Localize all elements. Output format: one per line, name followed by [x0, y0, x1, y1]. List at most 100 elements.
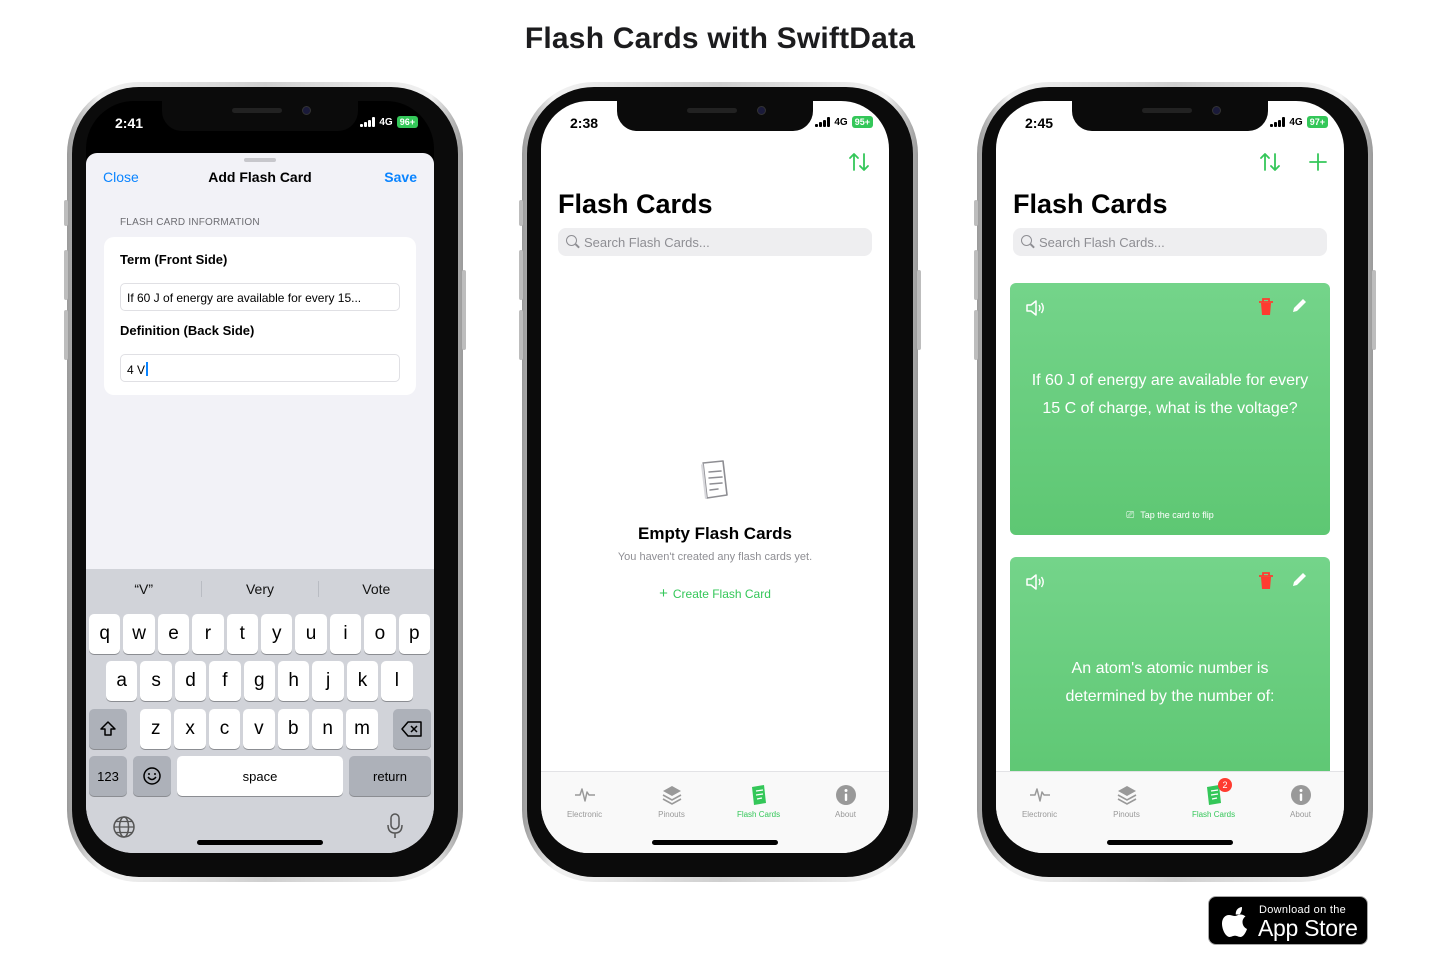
key-h[interactable]: h: [278, 661, 310, 701]
emoji-key[interactable]: [133, 756, 171, 796]
key-z[interactable]: z: [140, 709, 172, 749]
key-a[interactable]: a: [106, 661, 138, 701]
cards-icon: 2: [1170, 778, 1257, 806]
info-icon: [1257, 784, 1344, 806]
signal-icon: [360, 117, 376, 127]
key-u[interactable]: u: [295, 614, 327, 654]
definition-input[interactable]: 4 V: [120, 354, 400, 382]
text-cursor: [146, 362, 149, 376]
sort-icon[interactable]: [848, 152, 870, 177]
signal-icon: [815, 117, 831, 127]
network-label: 4G: [1289, 116, 1303, 128]
tab-pinouts[interactable]: Pinouts: [1083, 784, 1170, 819]
screen-add-card: 2:41 4G 96+ Close Add Flash Card Save FL…: [86, 101, 434, 853]
create-flash-card-button[interactable]: + Create Flash Card: [541, 585, 889, 602]
key-n[interactable]: n: [312, 709, 344, 749]
network-label: 4G: [834, 116, 848, 128]
card-question: An atom's atomic number is determined by…: [1065, 660, 1275, 705]
shift-key[interactable]: [89, 709, 127, 749]
home-indicator: [1107, 840, 1233, 845]
key-t[interactable]: t: [226, 614, 258, 654]
status-time: 2:45: [1025, 115, 1054, 131]
backspace-key[interactable]: [393, 709, 431, 749]
signal-icon: [1270, 117, 1286, 127]
suggestion-3[interactable]: Vote: [319, 581, 434, 597]
term-input[interactable]: If 60 J of energy are available for ever…: [120, 283, 400, 311]
key-d[interactable]: d: [174, 661, 207, 701]
globe-icon[interactable]: [112, 815, 136, 844]
suggestion-2[interactable]: Very: [202, 581, 319, 597]
sheet-title: Add Flash Card: [208, 169, 312, 185]
screen-title: Flash Cards: [1013, 189, 1168, 219]
sort-icon[interactable]: [1259, 152, 1281, 177]
key-l[interactable]: l: [381, 661, 413, 701]
numbers-key[interactable]: 123: [89, 756, 127, 796]
save-button[interactable]: Save: [384, 169, 417, 185]
tab-flash-cards[interactable]: 2 Flash Cards: [1170, 778, 1257, 819]
empty-title: Empty Flash Cards: [638, 524, 792, 543]
phone-frame-empty: 2:38 4G 95+ Flash Cards Search Flash Car…: [519, 82, 921, 882]
key-s[interactable]: s: [140, 661, 172, 701]
cards-icon: [715, 784, 802, 806]
term-label: Term (Front Side): [120, 252, 228, 267]
flash-card[interactable]: If 60 J of energy are available for ever…: [1010, 283, 1330, 535]
section-header: FLASH CARD INFORMATION: [120, 217, 260, 228]
key-p[interactable]: p: [398, 614, 430, 654]
page-title: Flash Cards with SwiftData: [524, 22, 916, 55]
keyboard: “V” Very Vote qwertyuiop asdfghjkl zxcvbnm…: [86, 569, 434, 853]
key-o[interactable]: o: [364, 614, 396, 654]
key-g[interactable]: g: [243, 661, 275, 701]
tab-about[interactable]: About: [802, 784, 889, 819]
pencil-icon[interactable]: [1290, 571, 1308, 589]
key-r[interactable]: r: [192, 614, 224, 654]
tab-flash-cards[interactable]: Flash Cards: [715, 784, 802, 819]
document-icon: [699, 459, 729, 499]
flip-hint: ⎚ Tap the card to flip: [1126, 510, 1214, 521]
search-field[interactable]: Search Flash Cards...: [558, 228, 872, 256]
speaker-icon[interactable]: [1024, 571, 1046, 593]
sheet-grabber[interactable]: [244, 158, 276, 162]
tab-pinouts[interactable]: Pinouts: [628, 784, 715, 819]
apple-logo-icon: [1221, 906, 1249, 937]
badge-line-2: App Store: [1258, 915, 1358, 941]
key-x[interactable]: x: [174, 709, 206, 749]
search-icon: [1021, 235, 1032, 246]
waveform-icon: [541, 784, 628, 806]
status-time: 2:38: [570, 115, 599, 131]
microphone-icon[interactable]: [386, 813, 404, 844]
key-j[interactable]: j: [312, 661, 344, 701]
flash-card[interactable]: An atom's atomic number is determined by…: [1010, 557, 1330, 787]
tab-about[interactable]: About: [1257, 784, 1344, 819]
key-y[interactable]: y: [261, 614, 293, 654]
key-e[interactable]: e: [157, 614, 190, 654]
key-q[interactable]: q: [89, 614, 121, 654]
key-c[interactable]: c: [208, 709, 241, 749]
key-k[interactable]: k: [346, 661, 379, 701]
key-b[interactable]: b: [277, 709, 309, 749]
speaker-icon[interactable]: [1024, 297, 1046, 319]
plus-icon: +: [659, 585, 668, 602]
key-f[interactable]: f: [209, 661, 241, 701]
key-m[interactable]: m: [346, 709, 378, 749]
tab-electronic[interactable]: Electronic: [996, 784, 1083, 819]
key-w[interactable]: w: [123, 614, 155, 654]
space-key[interactable]: space: [177, 756, 343, 796]
key-i[interactable]: i: [329, 614, 362, 654]
pencil-icon[interactable]: [1290, 297, 1308, 315]
add-icon[interactable]: [1308, 152, 1328, 177]
battery-icon: 97+: [1306, 116, 1328, 128]
tab-electronic[interactable]: Electronic: [541, 784, 628, 819]
trash-icon[interactable]: [1257, 297, 1275, 317]
app-store-badge[interactable]: Download on the App Store: [1208, 896, 1368, 945]
trash-icon[interactable]: [1257, 571, 1275, 591]
network-label: 4G: [379, 116, 393, 128]
return-key[interactable]: return: [349, 756, 431, 796]
info-icon: [802, 784, 889, 806]
battery-icon: 96+: [396, 116, 418, 128]
search-field[interactable]: Search Flash Cards...: [1013, 228, 1327, 256]
key-v[interactable]: v: [243, 709, 275, 749]
suggestion-1[interactable]: “V”: [86, 581, 203, 597]
phone-frame-add-card: 2:41 4G 96+ Close Add Flash Card Save FL…: [64, 82, 466, 882]
layers-icon: [1083, 784, 1170, 806]
search-icon: [566, 235, 577, 246]
